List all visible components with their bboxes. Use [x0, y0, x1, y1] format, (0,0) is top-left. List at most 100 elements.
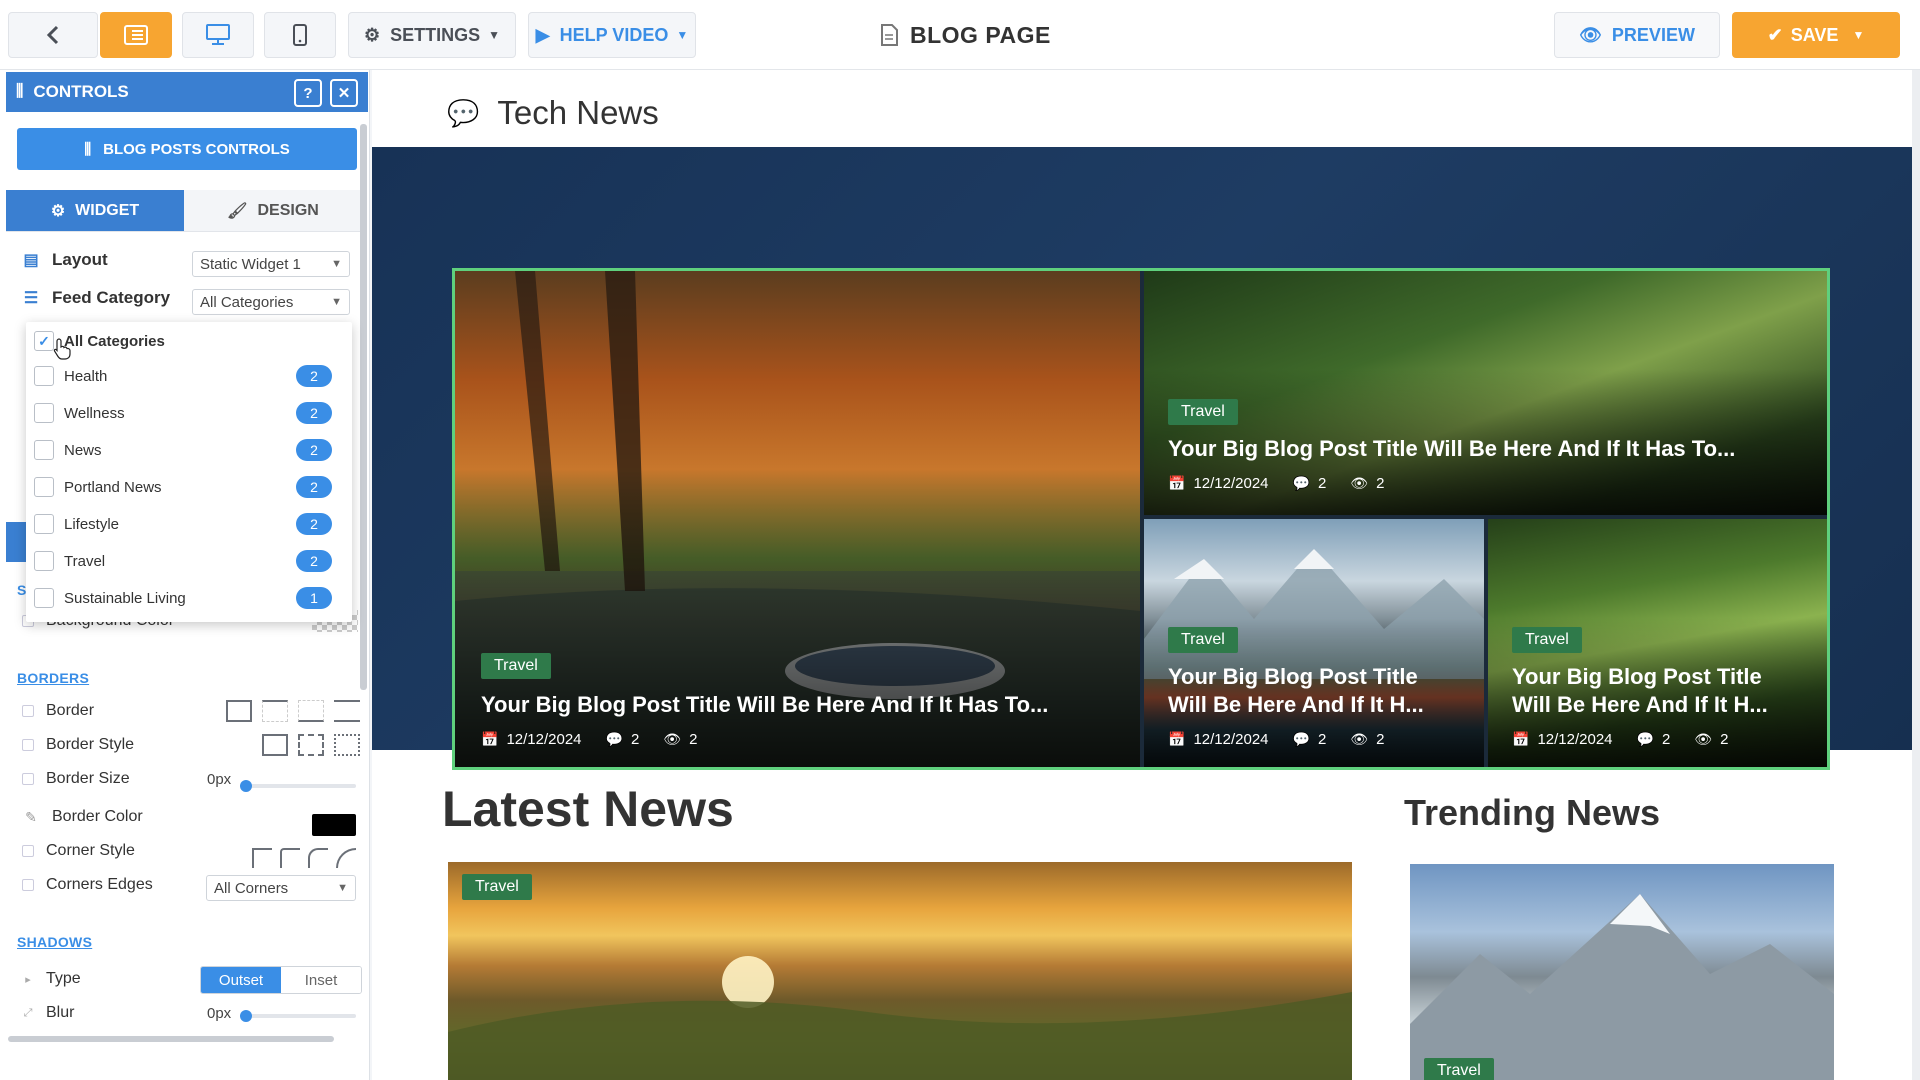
post-title[interactable]: Your Big Blog Post Title Will Be Here An…: [1168, 435, 1808, 463]
border-all-icon[interactable]: [226, 700, 252, 722]
shadow-inset-option[interactable]: Inset: [281, 967, 361, 993]
corner-full-round-icon[interactable]: [336, 848, 356, 868]
settings-menu-button[interactable]: ⚙ SETTINGS ▼: [348, 12, 516, 58]
tab-widget[interactable]: ⚙ WIDGET: [6, 190, 184, 231]
checkbox[interactable]: [34, 514, 54, 534]
trending-news-image[interactable]: Travel: [1410, 864, 1834, 1080]
corners-edges-label: Corners Edges: [22, 876, 153, 894]
corners-edges-select[interactable]: All Corners ▼: [206, 875, 356, 901]
slider-knob[interactable]: [240, 1010, 252, 1022]
corner-style-label-text: Corner Style: [46, 842, 135, 859]
category-badge[interactable]: Travel: [462, 874, 532, 900]
layout-icon: ▤: [23, 252, 39, 269]
post-meta: 📅 12/12/2024 💬 2 👁 2: [1168, 731, 1384, 748]
back-button[interactable]: [8, 12, 98, 58]
panel-horizontal-scrollbar[interactable]: [8, 1036, 334, 1042]
shadows-heading: SHADOWS: [17, 934, 93, 950]
category-badge[interactable]: Travel: [1168, 399, 1238, 425]
feed-category-select[interactable]: All Categories ▼: [192, 289, 350, 315]
check-icon: ✔: [1767, 24, 1783, 45]
featured-posts-grid: Travel Your Big Blog Post Title Will Be …: [452, 268, 1830, 770]
border-size-slider[interactable]: [240, 780, 356, 792]
featured-card-bottom-middle[interactable]: Travel Your Big Blog Post Title Will Be …: [1144, 519, 1484, 767]
dropdown-item-label: Travel: [64, 552, 106, 570]
save-button[interactable]: ✔ SAVE ▼: [1732, 12, 1900, 58]
desktop-icon: [206, 24, 230, 45]
dropdown-item-portland-news[interactable]: Portland News 2: [26, 472, 352, 502]
help-video-button[interactable]: ▶ HELP VIDEO ▼: [528, 12, 696, 58]
border-top-icon[interactable]: [262, 700, 288, 722]
feed-category-label-text: Feed Category: [52, 288, 171, 307]
category-badge[interactable]: Travel: [481, 653, 551, 679]
corner-round-icon[interactable]: [308, 848, 328, 868]
checkbox[interactable]: [34, 366, 54, 386]
dropdown-item-label: Wellness: [64, 404, 125, 422]
checkbox[interactable]: [34, 477, 54, 497]
post-title[interactable]: Your Big Blog Post Title Will Be Here An…: [1512, 663, 1827, 719]
tab-widget-label: WIDGET: [75, 201, 140, 219]
controls-header: ⫼ CONTROLS ? ✕: [6, 72, 368, 112]
category-badge[interactable]: Travel: [1168, 627, 1238, 653]
dropdown-item-health[interactable]: Health 2: [26, 361, 352, 391]
dropdown-item-all-categories[interactable]: ✓ All Categories: [26, 326, 352, 356]
featured-card-bottom-right[interactable]: Travel Your Big Blog Post Title Will Be …: [1488, 519, 1827, 767]
border-dashed-icon[interactable]: [298, 734, 324, 756]
dropdown-item-news[interactable]: News 2: [26, 435, 352, 465]
category-badge[interactable]: Travel: [1424, 1058, 1494, 1080]
border-color-swatch[interactable]: [312, 814, 356, 836]
calendar-icon: 📅: [481, 731, 499, 747]
tab-design[interactable]: 🖌 DESIGN: [184, 190, 362, 231]
border-side-options: [226, 700, 360, 722]
blur-slider[interactable]: [240, 1010, 356, 1022]
checkbox-checked[interactable]: ✓: [34, 331, 54, 351]
close-icon[interactable]: ✕: [330, 79, 358, 107]
blur-icon: ⤢: [23, 1006, 33, 1019]
category-badge[interactable]: Travel: [1512, 627, 1582, 653]
dropdown-item-travel[interactable]: Travel 2: [26, 546, 352, 576]
border-solid-icon[interactable]: [262, 734, 288, 756]
gear-icon: ⚙: [50, 202, 66, 220]
corner-style-options: [252, 848, 356, 868]
border-bottom-icon[interactable]: [298, 700, 324, 722]
count-badge: 2: [296, 513, 332, 535]
checkbox[interactable]: [34, 551, 54, 571]
dropdown-item-label: News: [64, 441, 102, 459]
mobile-view-button[interactable]: [264, 12, 336, 58]
tab-design-label: DESIGN: [257, 201, 319, 219]
comments-icon: 💬: [1636, 731, 1654, 747]
dropdown-item-lifestyle[interactable]: Lifestyle 2: [26, 509, 352, 539]
desktop-view-button[interactable]: [182, 12, 254, 58]
border-top-bottom-icon[interactable]: [334, 700, 360, 722]
checkbox[interactable]: [34, 440, 54, 460]
checkbox[interactable]: [34, 588, 54, 608]
post-title[interactable]: Your Big Blog Post Title Will Be Here An…: [1168, 663, 1484, 719]
dropdown-item-wellness[interactable]: Wellness 2: [26, 398, 352, 428]
corner-small-round-icon[interactable]: [280, 848, 300, 868]
blog-posts-controls-button[interactable]: ⫼ BLOG POSTS CONTROLS: [17, 128, 357, 170]
panel-vertical-scrollbar[interactable]: [360, 124, 367, 690]
canvas-scrollbar[interactable]: [1912, 70, 1920, 1080]
corner-square-icon[interactable]: [252, 848, 272, 868]
list-view-button[interactable]: [100, 12, 172, 58]
featured-card-large[interactable]: Travel Your Big Blog Post Title Will Be …: [455, 271, 1140, 767]
sunset-hills-image: [448, 956, 1352, 1080]
slider-knob[interactable]: [240, 780, 252, 792]
calendar-icon: 📅: [1512, 731, 1530, 747]
latest-news-image[interactable]: Travel: [448, 862, 1352, 1080]
layout-select[interactable]: Static Widget 1 ▼: [192, 251, 350, 277]
post-title[interactable]: Your Big Blog Post Title Will Be Here An…: [481, 691, 1121, 719]
border-dotted-icon[interactable]: [334, 734, 360, 756]
checkbox[interactable]: [34, 403, 54, 423]
list-icon: ☰: [23, 290, 39, 307]
chevron-down-icon: ▼: [676, 28, 689, 42]
comments-icon: 💬: [1292, 731, 1310, 747]
featured-card-top-right[interactable]: Travel Your Big Blog Post Title Will Be …: [1144, 271, 1827, 515]
document-icon: [881, 24, 898, 46]
count-badge: 1: [296, 587, 332, 609]
shadow-outset-option[interactable]: Outset: [201, 967, 281, 993]
dropdown-item-sustainable-living[interactable]: Sustainable Living 1: [26, 583, 352, 613]
count-badge: 2: [296, 476, 332, 498]
preview-button[interactable]: 👁 PREVIEW: [1554, 12, 1720, 58]
checkbox-icon: [22, 879, 34, 891]
help-icon[interactable]: ?: [294, 79, 322, 107]
